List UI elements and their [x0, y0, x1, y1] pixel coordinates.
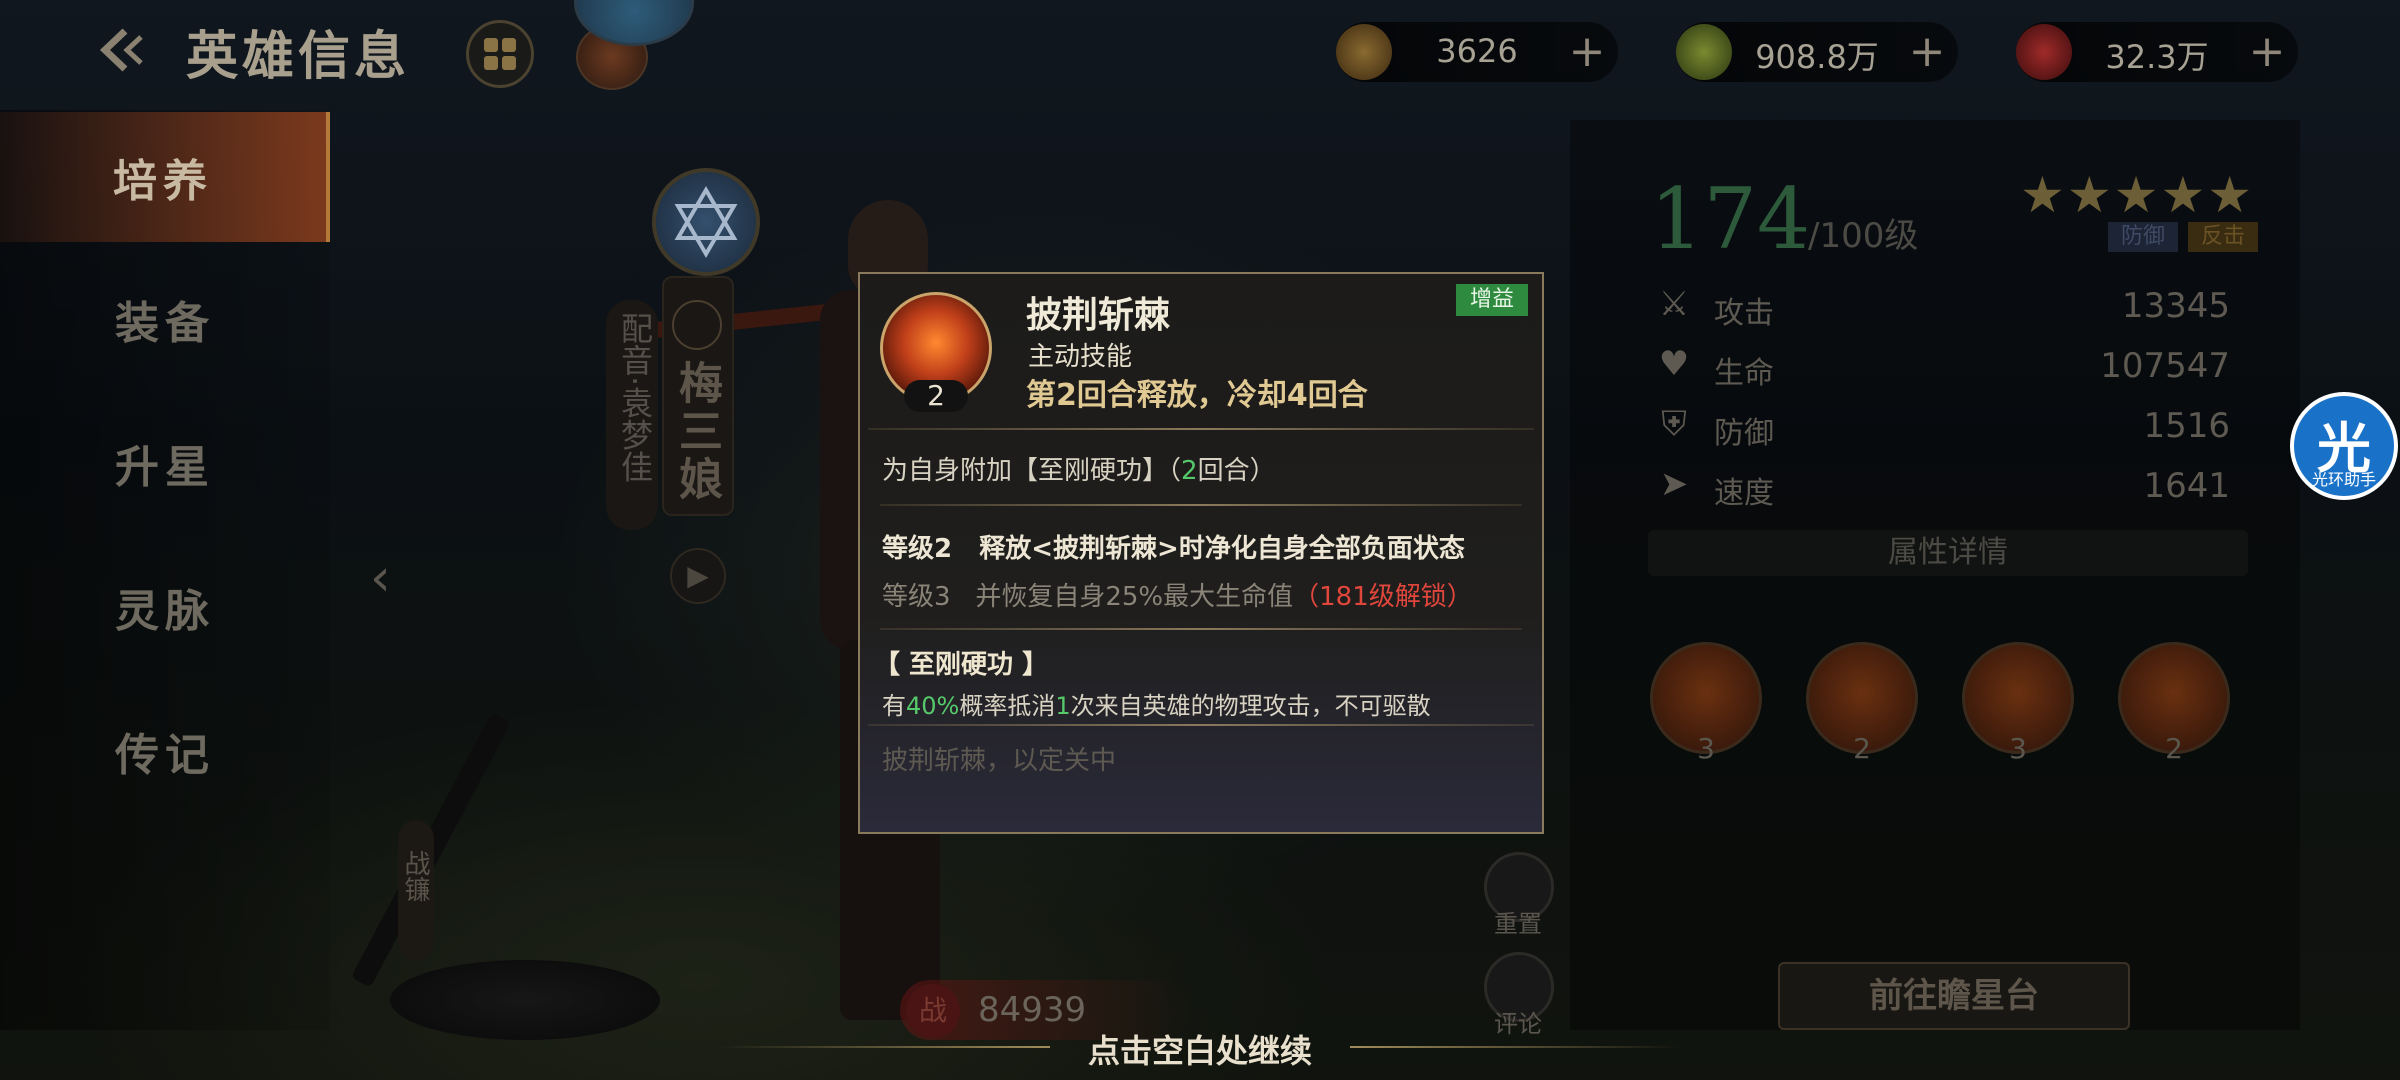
stat-label: 生命 — [1714, 356, 1774, 391]
skill-flavor-text: 披荆斩棘，以定关中 — [882, 746, 1117, 776]
nav-item-equipment[interactable]: 装备 — [0, 254, 330, 384]
level-text: 并恢复自身25%最大生命值 — [975, 582, 1294, 612]
stat-row-hp: ♥ 生命 107547 — [1650, 340, 2240, 392]
hero-name: 梅三娘 — [671, 360, 722, 504]
level-text: 释放<披荆斩棘>时净化自身全部负面状态 — [979, 534, 1465, 564]
heart-icon: ♥ — [1658, 344, 1690, 384]
skill-slot-2-level: 2 — [1853, 732, 1871, 765]
red-gem-icon — [2016, 24, 2072, 80]
resource-coin: 908.8万 + — [1676, 22, 1958, 82]
gold-ingot-icon — [1336, 24, 1392, 80]
divider — [868, 724, 1534, 726]
skill-cooldown: 第2回合释放，冷却4回合 — [1026, 378, 1368, 413]
level-2-effect: 等级2 释放<披荆斩棘>时净化自身全部负面状态 — [882, 528, 1465, 565]
goto-star-platform-button[interactable]: 前往瞻星台 — [1778, 962, 2130, 1030]
play-voice-button[interactable]: ▶ — [670, 548, 726, 604]
skill-type: 主动技能 — [1028, 342, 1133, 372]
buff-badge: 增益 — [1456, 284, 1528, 316]
helper-floating-button[interactable]: 光 光环助手 — [2290, 392, 2398, 500]
page-title: 英雄信息 — [186, 26, 411, 87]
skill-effect: 为自身附加【至刚硬功】（2回合） — [882, 450, 1276, 487]
buff-title: 【 至刚硬功 】 — [874, 650, 1049, 680]
effect-turns: 2 — [1181, 456, 1198, 486]
attribute-detail-button[interactable]: 属性详情 — [1648, 530, 2248, 576]
helper-label: 光环助手 — [2311, 470, 2376, 489]
buff-text: 概率抵消 — [959, 692, 1056, 720]
stat-value: 1641 — [2143, 466, 2230, 506]
shield-icon: ⛨ — [1661, 404, 1687, 444]
effect-text-end: 回合） — [1197, 456, 1276, 486]
add-gem-button[interactable]: + — [2246, 30, 2288, 74]
jade-coin-icon — [1676, 24, 1732, 80]
skill-slot-4-level: 2 — [2165, 732, 2183, 765]
level-cap: /100级 — [1808, 216, 1919, 256]
level-label: 等级2 — [882, 534, 953, 564]
role-tag-defense: 防御 — [2108, 222, 2178, 252]
divider — [868, 428, 1534, 430]
back-button[interactable] — [92, 20, 152, 80]
stat-label: 防御 — [1714, 416, 1774, 451]
effect-text: 为自身附加【至刚硬功】（ — [882, 456, 1182, 486]
stat-label: 攻击 — [1714, 296, 1774, 331]
role-tag-counter: 反击 — [2188, 222, 2258, 252]
resource-gem-value: 32.3万 — [2105, 38, 2209, 76]
left-nav: 培养 装备 升星 灵脉 传记 — [0, 110, 330, 1030]
hexagram-icon — [674, 186, 738, 258]
stat-value: 107547 — [2100, 346, 2230, 386]
reset-label: 重置 — [1494, 910, 1542, 938]
star-rating: ★★★★★ — [2020, 166, 2255, 224]
stat-label: 速度 — [1714, 476, 1774, 511]
stat-value: 1516 — [2143, 406, 2230, 446]
divider — [880, 628, 1522, 630]
grid-icon — [484, 38, 516, 70]
boot-icon: ➤ — [1659, 464, 1689, 504]
buff-description: 有40%概率抵消1次来自英雄的物理攻击，不可驱散 — [882, 686, 1431, 721]
previous-hero-arrow-icon[interactable]: ‹ — [370, 548, 391, 608]
weapon-tag[interactable]: 战镰 — [398, 820, 434, 960]
crossed-swords-icon: ⚔ — [1658, 284, 1690, 324]
stat-row-attack: ⚔ 攻击 13345 — [1650, 280, 2240, 332]
level-3-effect: 等级3 并恢复自身25%最大生命值（181级解锁） — [882, 576, 1473, 613]
resource-gold-value: 3626 — [1436, 32, 1518, 70]
hero-level: 174 — [1650, 170, 1811, 268]
add-gold-button[interactable]: + — [1566, 30, 1608, 74]
voice-actor-label: 配音·袁梦佳 — [616, 312, 654, 483]
resource-gem: 32.3万 + — [2016, 22, 2298, 82]
buff-text: 次来自英雄的物理攻击，不可驱散 — [1070, 692, 1431, 720]
skill-slot-1-level: 3 — [1697, 732, 1715, 765]
nav-item-train[interactable]: 培养 — [0, 112, 330, 242]
back-arrow-icon — [99, 28, 143, 72]
nav-item-biography[interactable]: 传记 — [0, 686, 330, 816]
menu-grid-button[interactable] — [466, 20, 534, 88]
buff-text: 有 — [882, 692, 906, 720]
stat-row-speed: ➤ 速度 1641 — [1650, 460, 2240, 512]
stat-row-defense: ⛨ 防御 1516 — [1650, 400, 2240, 452]
skill-name: 披荆斩棘 — [1026, 294, 1171, 336]
combat-power-value: 84939 — [978, 990, 1087, 1030]
skill-slot-3-level: 3 — [2009, 732, 2027, 765]
buff-chance: 40% — [906, 692, 960, 720]
skill-level-badge: 2 — [904, 380, 968, 412]
skill-detail-popup: 2 披荆斩棘 主动技能 第2回合释放，冷却4回合 增益 为自身附加【至刚硬功】（… — [858, 272, 1544, 834]
top-bar: 英雄信息 3626 + 908.8万 + 32.3万 + — [0, 0, 2400, 100]
continue-hint-text: 点击空白处继续 — [1087, 1032, 1312, 1070]
add-coin-button[interactable]: + — [1906, 30, 1948, 74]
stat-value: 13345 — [2121, 286, 2230, 326]
hero-class-icon — [672, 300, 722, 350]
resource-coin-value: 908.8万 — [1755, 38, 1879, 76]
buff-count: 1 — [1055, 692, 1071, 720]
nav-item-meridian[interactable]: 灵脉 — [0, 542, 330, 672]
continue-hint: 点击空白处继续 — [0, 1026, 2400, 1072]
unlock-requirement: （181级解锁） — [1293, 582, 1473, 612]
level-label: 等级3 — [882, 582, 951, 612]
nav-item-star-up[interactable]: 升星 — [0, 398, 330, 528]
resource-gold: 3626 + — [1336, 22, 1618, 82]
divider — [880, 504, 1522, 506]
hero-faction-emblem[interactable] — [652, 168, 760, 276]
